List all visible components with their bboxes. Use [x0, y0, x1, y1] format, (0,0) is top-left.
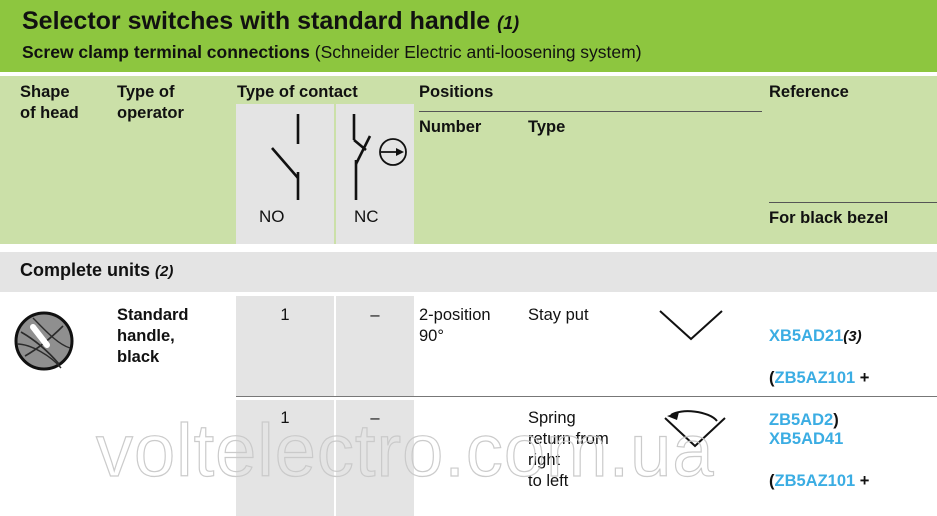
subsection-footnote: (2) — [155, 263, 174, 280]
row2-contact-no-value: 1 — [280, 409, 290, 427]
row1-position-number: 2-position 90° — [419, 306, 491, 345]
subsection-title: Complete units — [20, 260, 151, 280]
column-header-shape-of-head: Shape of head — [20, 83, 79, 122]
subsection-header: Complete units (2) — [20, 260, 173, 281]
page-subtitle-note: (Schneider Electric anti-loosening syste… — [314, 42, 642, 62]
row2-position-type: Spring return from right to left — [528, 409, 609, 490]
page-title-footnote: (1) — [497, 13, 520, 33]
row1-reference-footnote: (3) — [843, 328, 862, 345]
contact-no-label: NO — [259, 207, 285, 226]
page-banner: Selector switches with standard handle (… — [0, 0, 937, 72]
reference-header-rule — [769, 202, 937, 203]
row1-reference-sub-1[interactable]: ZB5AZ101 — [775, 369, 856, 387]
banner-subtitle-line: Screw clamp terminal connections (Schnei… — [22, 39, 937, 65]
row1-reference-main[interactable]: XB5AD21 — [769, 327, 843, 345]
column-header-number: Number — [419, 118, 482, 136]
row2-reference: XB5AD41 (ZB5AZ101 + ZB5AD4) — [769, 408, 937, 516]
column-header-reference: Reference — [769, 83, 849, 101]
row2-reference-main[interactable]: XB5AD41 — [769, 430, 843, 448]
row1-reference-plus: + — [855, 369, 870, 387]
row1-operator: Standard handle, black — [117, 306, 189, 366]
row2-position-diagram-icon — [655, 408, 733, 455]
positions-header-rule — [419, 111, 762, 112]
row1-contact-nc-value: – — [370, 306, 380, 324]
row1-position-diagram-icon — [655, 306, 727, 351]
column-header-type-of-contact: Type of contact — [237, 83, 358, 101]
catalog-page: Selector switches with standard handle (… — [0, 0, 937, 516]
page-subtitle: Screw clamp terminal connections — [22, 42, 310, 62]
page-title: Selector switches with standard handle — [22, 7, 491, 35]
contact-no-symbol-icon — [250, 112, 320, 207]
row2-reference-plus: + — [855, 472, 870, 490]
column-header-type: Type — [528, 118, 566, 136]
row1-contact-no-value: 1 — [280, 306, 290, 324]
column-header-type-of-operator: Type of operator — [117, 83, 184, 122]
column-header-for-black-bezel: For black bezel — [769, 209, 889, 227]
contact-nc-symbol-icon — [340, 112, 412, 207]
row2-contact-nc-value: – — [370, 409, 380, 427]
contact-nc-label: NC — [354, 207, 379, 226]
banner-title-line: Selector switches with standard handle (… — [22, 5, 937, 39]
selector-switch-knob-icon — [13, 310, 75, 377]
row-separator — [236, 396, 937, 397]
row1-position-type: Stay put — [528, 306, 589, 324]
row2-reference-sub-1[interactable]: ZB5AZ101 — [775, 472, 856, 490]
column-header-positions: Positions — [419, 83, 494, 101]
